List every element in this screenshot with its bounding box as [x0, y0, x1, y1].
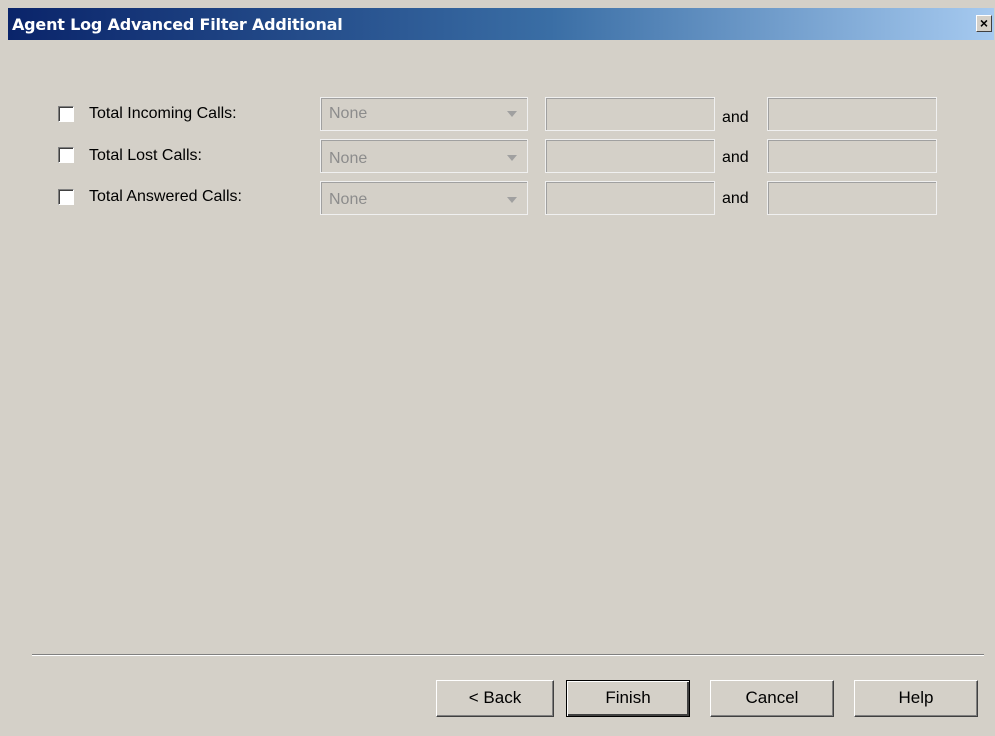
back-button[interactable]: < Back	[436, 680, 554, 717]
dialog-title: Agent Log Advanced Filter Additional	[12, 15, 343, 34]
operator-value: None	[329, 105, 368, 122]
close-icon: ×	[979, 15, 989, 31]
lost-calls-operator-select[interactable]: None	[320, 139, 528, 173]
finish-button[interactable]: Finish	[566, 680, 690, 717]
lost-calls-checkbox[interactable]	[58, 147, 74, 163]
lost-calls-label: Total Lost Calls:	[89, 147, 202, 164]
incoming-calls-from-input[interactable]	[545, 97, 715, 131]
and-label: and	[722, 109, 749, 126]
filter-row-incoming: Total Incoming Calls: None and	[8, 97, 994, 131]
lost-calls-to-input[interactable]	[767, 139, 937, 173]
incoming-calls-to-input[interactable]	[767, 97, 937, 131]
incoming-calls-operator-select[interactable]: None	[320, 97, 528, 131]
close-button[interactable]: ×	[976, 15, 992, 32]
filter-row-answered: Total Answered Calls: None and	[8, 181, 994, 215]
dialog-window: Agent Log Advanced Filter Additional × T…	[8, 8, 994, 736]
lost-calls-from-input[interactable]	[545, 139, 715, 173]
answered-calls-label: Total Answered Calls:	[89, 188, 242, 205]
and-label: and	[722, 190, 749, 207]
filter-row-lost: Total Lost Calls: None and	[8, 139, 994, 173]
footer-separator	[32, 654, 984, 656]
and-label: and	[722, 149, 749, 166]
operator-value: None	[329, 150, 368, 167]
chevron-down-icon	[507, 155, 517, 161]
help-button[interactable]: Help	[854, 680, 978, 717]
operator-value: None	[329, 191, 368, 208]
chevron-down-icon	[507, 197, 517, 203]
answered-calls-from-input[interactable]	[545, 181, 715, 215]
answered-calls-checkbox[interactable]	[58, 189, 74, 205]
title-bar: Agent Log Advanced Filter Additional ×	[8, 8, 994, 40]
cancel-button[interactable]: Cancel	[710, 680, 834, 717]
chevron-down-icon	[507, 111, 517, 117]
answered-calls-to-input[interactable]	[767, 181, 937, 215]
incoming-calls-label: Total Incoming Calls:	[89, 105, 237, 122]
incoming-calls-checkbox[interactable]	[58, 106, 74, 122]
answered-calls-operator-select[interactable]: None	[320, 181, 528, 215]
